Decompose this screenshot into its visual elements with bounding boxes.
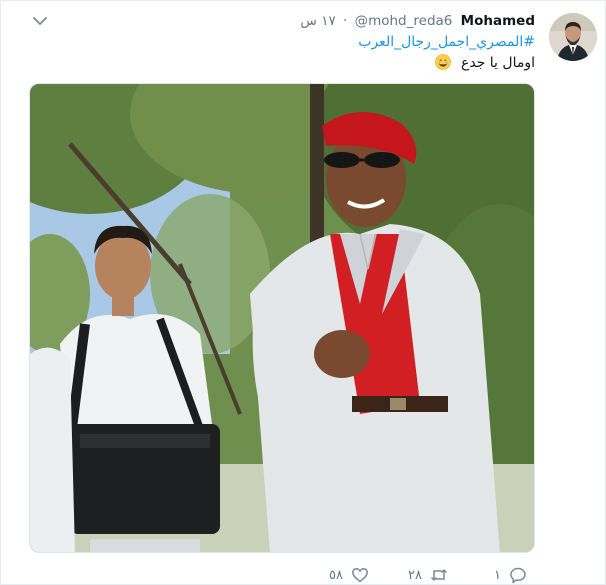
chevron-down-icon[interactable] — [31, 14, 49, 28]
tweet-card[interactable]: Mohamed @mohd_reda6 · ١٧ س #المصري_اجمل_… — [0, 0, 606, 585]
like-count: ٥٨ — [329, 567, 343, 583]
retweet-button[interactable]: ٢٨ — [408, 565, 448, 585]
avatar[interactable] — [549, 13, 597, 61]
separator-dot: · — [343, 13, 348, 29]
tweet-text: اومال يا جدع — [434, 53, 535, 73]
hashtag-link[interactable]: #المصري_اجمل_رجال_العرب — [358, 32, 535, 52]
author-handle[interactable]: @mohd_reda6 — [355, 13, 453, 29]
media-photo — [30, 84, 534, 552]
tweet-media-image[interactable] — [29, 83, 535, 553]
like-icon — [352, 567, 368, 583]
reply-button[interactable]: ١ — [494, 565, 527, 585]
tweet-text-content: اومال يا جدع — [460, 55, 535, 71]
like-button[interactable]: ٥٨ — [329, 565, 369, 585]
tweet-menu-caret[interactable] — [31, 13, 49, 27]
retweet-icon — [430, 568, 447, 582]
reply-count: ١ — [494, 567, 501, 583]
tweet-header: Mohamed @mohd_reda6 · ١٧ س — [300, 12, 535, 30]
retweet-count: ٢٨ — [408, 567, 422, 583]
tweet-actions: ٥٨ ٢٨ ١ — [1, 561, 606, 585]
author-name[interactable]: Mohamed — [461, 13, 535, 29]
grinning-face-emoji-icon — [434, 54, 451, 70]
avatar-image — [549, 13, 597, 61]
tweet-timestamp[interactable]: ١٧ س — [300, 13, 335, 29]
reply-icon — [510, 567, 526, 584]
